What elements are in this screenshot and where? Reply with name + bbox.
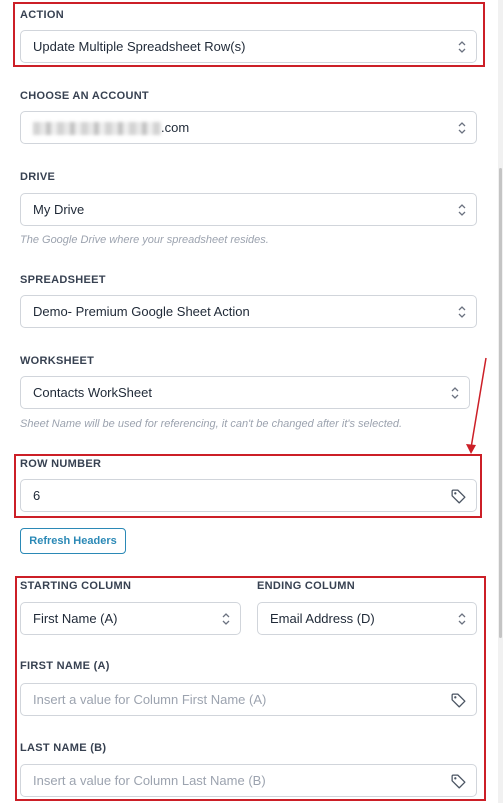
- last-name-placeholder: Insert a value for Column Last Name (B): [33, 773, 266, 788]
- last-name-label: LAST NAME (B): [20, 742, 107, 754]
- first-name-input[interactable]: Insert a value for Column First Name (A): [20, 683, 477, 716]
- starting-column-label: STARTING COLUMN: [20, 580, 132, 592]
- row-number-label: ROW NUMBER: [20, 458, 102, 470]
- row-number-input[interactable]: 6: [20, 479, 477, 512]
- ending-column-label: ENDING COLUMN: [257, 580, 356, 592]
- ending-column-value: Email Address (D): [270, 611, 375, 626]
- ending-column-select[interactable]: Email Address (D): [257, 602, 477, 635]
- tag-icon[interactable]: [450, 773, 467, 790]
- first-name-label: FIRST NAME (A): [20, 660, 110, 672]
- row-number-value: 6: [33, 488, 41, 503]
- first-name-placeholder: Insert a value for Column First Name (A): [33, 692, 267, 707]
- refresh-headers-button[interactable]: Refresh Headers: [20, 528, 126, 554]
- chevron-up-down-icon: [458, 613, 466, 625]
- starting-column-value: First Name (A): [33, 611, 118, 626]
- last-name-input[interactable]: Insert a value for Column Last Name (B): [20, 764, 477, 797]
- tag-icon[interactable]: [450, 488, 467, 505]
- starting-column-select[interactable]: First Name (A): [20, 602, 241, 635]
- chevron-up-down-icon: [222, 613, 230, 625]
- tag-icon[interactable]: [450, 692, 467, 709]
